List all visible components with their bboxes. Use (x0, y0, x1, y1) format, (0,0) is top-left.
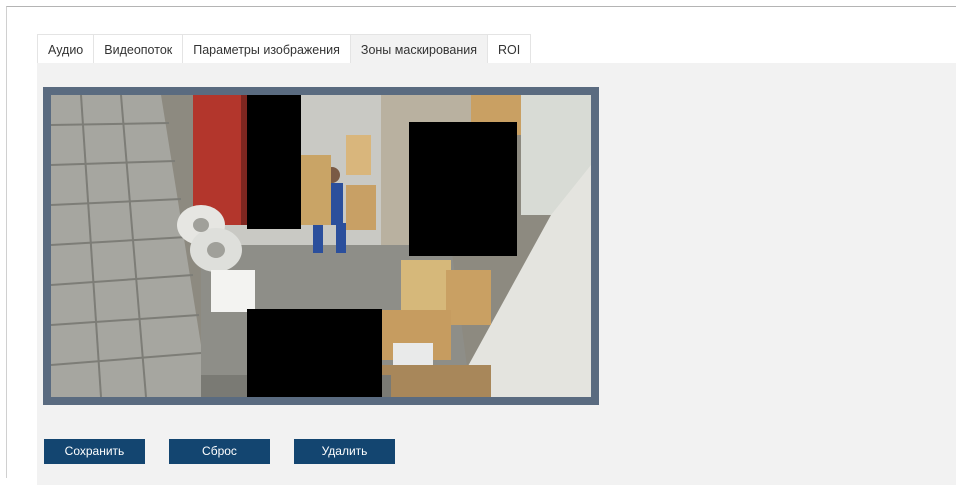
privacy-mask-zone-3[interactable] (247, 309, 382, 397)
privacy-mask-zone-2[interactable] (409, 122, 517, 256)
delete-button[interactable]: Удалить (294, 439, 395, 464)
live-video-preview[interactable] (51, 95, 591, 397)
tab-privacy-masks[interactable]: Зоны маскирования (349, 34, 489, 64)
privacy-mask-content: Сохранить Сброс Удалить (37, 63, 956, 485)
tab-image-settings[interactable]: Параметры изображения (182, 34, 351, 64)
tab-roi[interactable]: ROI (487, 34, 532, 64)
tab-audio[interactable]: Аудио (37, 34, 95, 64)
save-button[interactable]: Сохранить (44, 439, 145, 464)
reset-button[interactable]: Сброс (169, 439, 270, 464)
settings-panel: Аудио Видеопоток Параметры изображения З… (6, 6, 956, 485)
tab-bar: Аудио Видеопоток Параметры изображения З… (37, 34, 532, 64)
tab-video-stream[interactable]: Видеопоток (93, 34, 184, 64)
privacy-mask-zone-1[interactable] (247, 95, 301, 229)
video-frame (43, 87, 599, 405)
